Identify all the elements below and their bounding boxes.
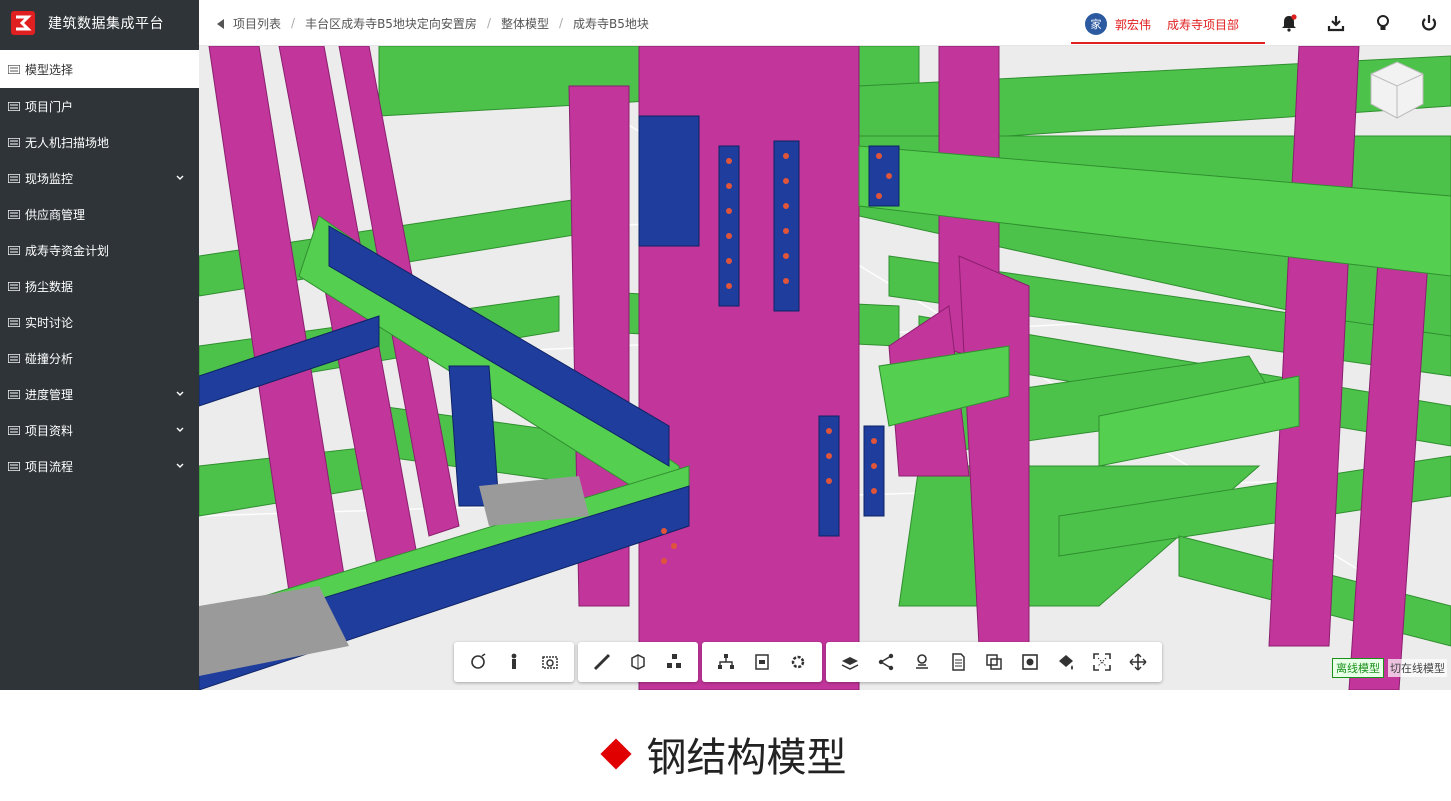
sidebar-item-label: 扬尘数据 [25, 279, 74, 294]
menu-icon [8, 245, 20, 255]
breadcrumb-separator: / [486, 16, 491, 30]
explode-icon[interactable] [656, 644, 692, 680]
menu-icon [8, 389, 20, 399]
brand-logo-icon [10, 10, 36, 36]
breadcrumb-item-project-list[interactable]: 项目列表 [233, 15, 281, 32]
chevron-down-icon [175, 460, 185, 470]
menu-icon [8, 101, 20, 111]
breadcrumb-separator: / [559, 16, 564, 30]
app-window: 建筑数据集成平台 模型选择项目门户无人机扫描场地 现场监控供应商管理成寿寺资金计划… [0, 0, 1451, 690]
menu-icon [8, 353, 20, 363]
download-icon[interactable] [1325, 12, 1347, 34]
copy-icon[interactable] [976, 644, 1012, 680]
diamond-bullet-icon [599, 738, 632, 770]
toolbar-group [578, 642, 698, 682]
sidebar-item[interactable]: 现场监控 [0, 160, 199, 196]
person-icon[interactable] [496, 644, 532, 680]
sidebar-item-label: 供应商管理 [25, 207, 86, 222]
move-icon[interactable] [1120, 644, 1156, 680]
breadcrumb-separator: / [291, 16, 296, 30]
tree-icon[interactable] [708, 644, 744, 680]
record-icon[interactable] [1012, 644, 1048, 680]
chevron-down-icon [175, 424, 185, 434]
lightbulb-icon[interactable] [1372, 12, 1394, 34]
user-menu[interactable]: 家 郭宏伟 成寿寺项目部 [1071, 6, 1265, 44]
breadcrumb-item-model[interactable]: 整体模型 [501, 15, 549, 32]
back-arrow-icon[interactable] [217, 18, 225, 29]
sidebar-item-label: 实时讨论 [25, 315, 74, 330]
chevron-down-icon [175, 172, 185, 182]
paint-icon[interactable] [1048, 644, 1084, 680]
sidebar-item[interactable]: 无人机扫描场地 [0, 124, 199, 160]
toolbar-group [454, 642, 574, 682]
sidebar-item[interactable]: 项目流程 [0, 448, 199, 484]
project-name: 成寿寺项目部 [1167, 17, 1240, 32]
menu-icon [8, 317, 20, 327]
sidebar-item-label: 项目门户 [25, 99, 74, 114]
sidebar-item[interactable]: 碰撞分析 [0, 340, 199, 376]
sidebar-item-label: 成寿寺资金计划 [25, 243, 110, 258]
menu-icon [8, 281, 20, 291]
layers-icon[interactable] [832, 644, 868, 680]
menu-icon [8, 137, 20, 147]
brand-bar: 建筑数据集成平台 [0, 0, 199, 46]
sidebar-item[interactable]: 进度管理 [0, 376, 199, 412]
menu-icon [8, 461, 20, 471]
power-icon[interactable] [1418, 12, 1440, 34]
sidebar: 建筑数据集成平台 模型选择项目门户无人机扫描场地 现场监控供应商管理成寿寺资金计划… [0, 0, 199, 690]
document-icon[interactable] [940, 644, 976, 680]
sidebar-item-label: 项目资料 [25, 423, 74, 438]
header: 项目列表 / 丰台区成寿寺B5地块定向安置房 / 整体模型 / 成寿寺B5地块 … [199, 0, 1451, 46]
online-model-button[interactable]: 切在线模型 [1388, 659, 1447, 677]
sidebar-item-label: 无人机扫描场地 [25, 135, 110, 150]
model-viewport[interactable]: 离线模型 切在线模型 [199, 46, 1451, 690]
brand-title: 建筑数据集成平台 [48, 16, 164, 32]
sidebar-item[interactable]: 模型选择 [0, 50, 199, 88]
avatar: 家 [1085, 13, 1107, 35]
toolbar-group [826, 642, 1162, 682]
breadcrumb-item-plot: 成寿寺B5地块 [573, 16, 649, 31]
model-mode-switch: 离线模型 切在线模型 [1332, 658, 1447, 678]
model-toolbar [454, 642, 1162, 682]
map-pin-icon[interactable] [904, 644, 940, 680]
section-box-icon[interactable] [620, 644, 656, 680]
properties-icon[interactable] [744, 644, 780, 680]
sidebar-item[interactable]: 扬尘数据 [0, 268, 199, 304]
caption: 钢结构模型 [0, 725, 1451, 783]
sidebar-item-label: 模型选择 [25, 62, 74, 77]
sidebar-item-label: 碰撞分析 [25, 351, 74, 366]
share-icon[interactable] [868, 644, 904, 680]
camera-icon[interactable] [532, 644, 568, 680]
offline-model-button[interactable]: 离线模型 [1332, 658, 1384, 678]
breadcrumb: 项目列表 / 丰台区成寿寺B5地块定向安置房 / 整体模型 / 成寿寺B5地块 [217, 0, 649, 46]
caption-text: 钢结构模型 [646, 735, 847, 781]
sidebar-item[interactable]: 成寿寺资金计划 [0, 232, 199, 268]
bell-icon[interactable] [1278, 12, 1300, 34]
menu-icon [8, 209, 20, 219]
sidebar-item-label: 进度管理 [25, 387, 74, 402]
settings-icon[interactable] [780, 644, 816, 680]
viewcube-widget[interactable] [1365, 58, 1429, 122]
sidebar-item[interactable]: 供应商管理 [0, 196, 199, 232]
menu-icon [8, 64, 20, 74]
sidebar-item[interactable]: 实时讨论 [0, 304, 199, 340]
sidebar-item[interactable]: 项目资料 [0, 412, 199, 448]
measure-icon[interactable] [584, 644, 620, 680]
menu-icon [8, 173, 20, 183]
steel-structure-render[interactable] [199, 46, 1451, 690]
menu-icon [8, 425, 20, 435]
sidebar-nav: 模型选择项目门户无人机扫描场地 现场监控供应商管理成寿寺资金计划 扬尘数据实时讨论碰… [0, 50, 199, 484]
chevron-down-icon [175, 388, 185, 398]
breadcrumb-item-project[interactable]: 丰台区成寿寺B5地块定向安置房 [305, 15, 477, 32]
toolbar-group [702, 642, 822, 682]
sidebar-item-label: 项目流程 [25, 459, 74, 474]
user-name: 郭宏伟 [1115, 17, 1152, 32]
sidebar-item-label: 现场监控 [25, 171, 74, 186]
fullscreen-icon[interactable] [1084, 644, 1120, 680]
orbit-icon[interactable] [460, 644, 496, 680]
sidebar-item[interactable]: 项目门户 [0, 88, 199, 124]
